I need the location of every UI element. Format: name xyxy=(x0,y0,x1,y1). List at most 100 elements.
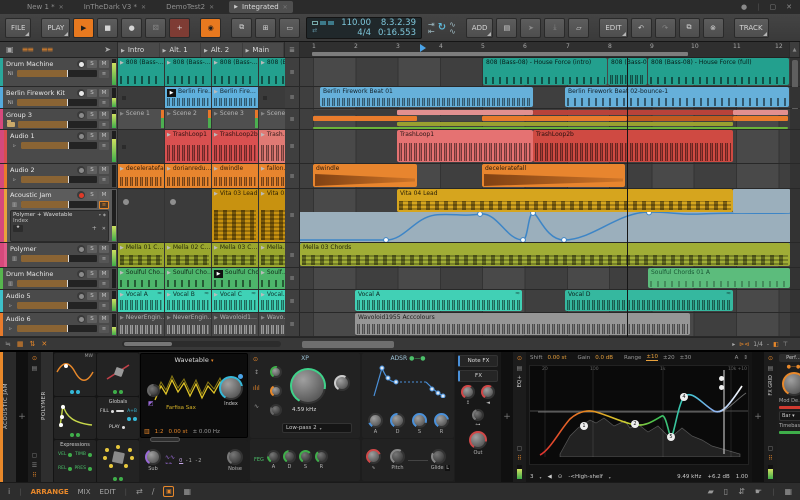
cutoff-value[interactable]: 4.59 kHz xyxy=(292,407,316,413)
volume-slider[interactable] xyxy=(17,99,97,106)
record-arm-button[interactable] xyxy=(77,89,85,97)
drive-knob[interactable] xyxy=(270,366,282,378)
arranger-lane[interactable]: Berlin Firework Beat 01 Berlin Firework … xyxy=(300,87,790,108)
browser-button[interactable]: ▱ xyxy=(568,17,590,38)
clip-launcher-cell[interactable]: fallon… xyxy=(259,164,285,188)
undo-button[interactable]: ↶ xyxy=(630,17,652,38)
track-menu-button[interactable] xyxy=(99,254,109,263)
clip-launcher-cell[interactable]: Vita 03 Lead xyxy=(212,189,258,242)
save-button[interactable]: ▤ xyxy=(496,17,518,38)
time-signature[interactable]: 4/4 xyxy=(357,28,371,38)
stop-clips-button[interactable]: ≣ xyxy=(285,189,300,242)
clip-launcher-cell[interactable] xyxy=(118,130,164,163)
stop-clips-button[interactable]: ≣ xyxy=(285,164,300,188)
fade-icon[interactable]: ∿ ∿ xyxy=(449,20,456,35)
clip-launcher-cell[interactable] xyxy=(118,189,164,242)
stop-clips-button[interactable]: ≣ xyxy=(285,313,300,336)
feg-d-knob[interactable]: D xyxy=(282,450,296,470)
mix-view-button[interactable]: MIX xyxy=(78,488,91,496)
import-button[interactable]: ⤓ xyxy=(544,17,566,38)
power-icon[interactable]: ⊙ xyxy=(517,355,522,362)
env-amount-knob[interactable] xyxy=(334,375,350,391)
arranger-lane[interactable]: dwindle deceleratefall xyxy=(300,164,790,188)
edit-button[interactable]: EDIT xyxy=(599,17,628,38)
cutoff-knob[interactable] xyxy=(290,368,326,404)
range-20[interactable]: ±20 xyxy=(663,355,675,361)
record-arm-button[interactable] xyxy=(77,270,85,278)
clip-launcher-cell[interactable]: NeverEngin… xyxy=(165,313,211,336)
record-arm-button[interactable] xyxy=(77,292,85,300)
clip-launcher-cell[interactable] xyxy=(259,87,285,108)
band-power-icon[interactable]: ⊙ xyxy=(558,474,563,480)
track-menu-button[interactable] xyxy=(99,175,109,184)
mod-route-icon[interactable]: ●—● xyxy=(787,364,800,370)
solo-button[interactable]: S xyxy=(87,89,97,97)
arranger-lane[interactable]: TrashLoop1 TrashLoop2b xyxy=(300,130,790,163)
track-menu-button[interactable] xyxy=(99,279,109,288)
clip-launcher-cell[interactable]: 808 (Bass-… xyxy=(165,58,211,86)
arranger-lane[interactable]: Vocal A ≈ Vocal D ≈ xyxy=(300,290,790,312)
clip-view-button[interactable]: ▣ xyxy=(163,486,175,497)
clip-launcher-cell[interactable]: Vocal A≈ xyxy=(118,290,164,312)
clip-launcher-cell[interactable]: Vocal C≈ xyxy=(212,290,258,312)
arranger-lane[interactable]: 808 (Bass-08) - House Force (intro) 808 … xyxy=(300,58,790,86)
arranger-clip[interactable]: Berlin Firework Beat 01 xyxy=(320,87,533,107)
touch-icon[interactable]: ☛ xyxy=(755,487,762,496)
automation-lane[interactable] xyxy=(300,212,790,242)
snap-value[interactable]: 1/4 xyxy=(753,341,763,348)
arranger-clip[interactable]: 808 (Bass-08) - House Force (intro) xyxy=(483,58,607,85)
arranger-clip[interactable]: Vita 04 Lead xyxy=(397,189,733,212)
prev-band-icon[interactable]: ◀ xyxy=(548,474,552,480)
semitone-value[interactable]: 0.00 st xyxy=(169,429,188,435)
arranger-view-icon[interactable]: ≡≡ xyxy=(41,45,53,54)
index-knob[interactable]: Index xyxy=(219,374,243,407)
remove-device-button[interactable]: ✕ xyxy=(102,226,106,232)
play-marker[interactable] xyxy=(420,44,426,52)
eq-band-handle[interactable]: 4 xyxy=(680,393,688,401)
out-knob[interactable]: Out xyxy=(469,431,487,456)
timebase-select[interactable]: Bar ▾ xyxy=(779,411,800,421)
punch-in-icon[interactable]: ⇥ ⇤ xyxy=(428,20,435,35)
mute-button[interactable]: M xyxy=(99,132,109,140)
sort-icon[interactable]: ⇅ xyxy=(30,340,36,348)
band-q[interactable]: 1.00 xyxy=(736,474,748,480)
clip-launcher-cell[interactable]: dwindle xyxy=(212,164,258,188)
folder-icon[interactable] xyxy=(7,120,15,127)
track-menu-button[interactable] xyxy=(99,120,109,129)
updown-icon[interactable]: ⇕ xyxy=(743,355,748,361)
note-fx-button[interactable]: Note FX xyxy=(458,355,498,367)
track-menu-button[interactable] xyxy=(99,69,109,78)
filter-type-select[interactable]: Low-pass 2 ▾ xyxy=(282,423,352,433)
glide-knob[interactable]: Glide L xyxy=(430,449,450,471)
loop-region[interactable] xyxy=(312,52,688,56)
add-device-button[interactable]: + xyxy=(16,352,28,482)
export-button[interactable]: ➤ xyxy=(520,17,542,38)
file-panel-icon[interactable]: ▯ xyxy=(724,487,728,496)
arranger-clip[interactable]: Vocal D ≈ xyxy=(565,290,733,311)
eq-band-handle[interactable]: 2 xyxy=(631,420,639,428)
spread-knob[interactable]: ↥ xyxy=(461,385,475,406)
stop-clips-button[interactable]: ≣ xyxy=(285,243,300,267)
arranger-clip[interactable]: TrashLoop1 xyxy=(397,130,533,162)
track-filter-icon[interactable]: ≒ xyxy=(5,340,11,348)
window-dot-icon[interactable]: ● xyxy=(741,3,747,11)
pitch-knob[interactable]: Pitch xyxy=(390,449,405,471)
noise-knob[interactable]: Noise xyxy=(227,449,243,472)
arranger-clip[interactable]: 808 (Bass-08) - House Force (full) xyxy=(648,58,789,85)
amp-d-knob[interactable]: D xyxy=(390,413,405,435)
clip-launcher-cell[interactable]: Wavo… xyxy=(259,313,285,336)
clip-launcher-cell[interactable] xyxy=(165,189,211,242)
clip-launcher-cell[interactable]: Mella 03 C… xyxy=(212,243,258,267)
pan-knob[interactable]: ◄ xyxy=(481,385,495,406)
close-icon[interactable]: ✕ xyxy=(283,4,288,11)
grid-view-button[interactable]: ▦ xyxy=(183,487,191,496)
tab-demotest2[interactable]: DemoTest2 ✕ xyxy=(161,1,219,13)
record-clip-button[interactable] xyxy=(123,199,129,205)
tab-integrated[interactable]: ▶ Integrated ✕ xyxy=(229,1,293,13)
clip-launcher-cell[interactable]: Soulful Cho… xyxy=(165,268,211,289)
mute-button[interactable]: M xyxy=(99,292,109,300)
arranger-clip[interactable]: TrashLoop2b xyxy=(533,130,733,162)
group-scene-cell[interactable]: Scene 1 xyxy=(118,109,164,129)
menu-icon[interactable]: ☰ xyxy=(32,462,37,469)
play-icon[interactable] xyxy=(246,46,250,54)
